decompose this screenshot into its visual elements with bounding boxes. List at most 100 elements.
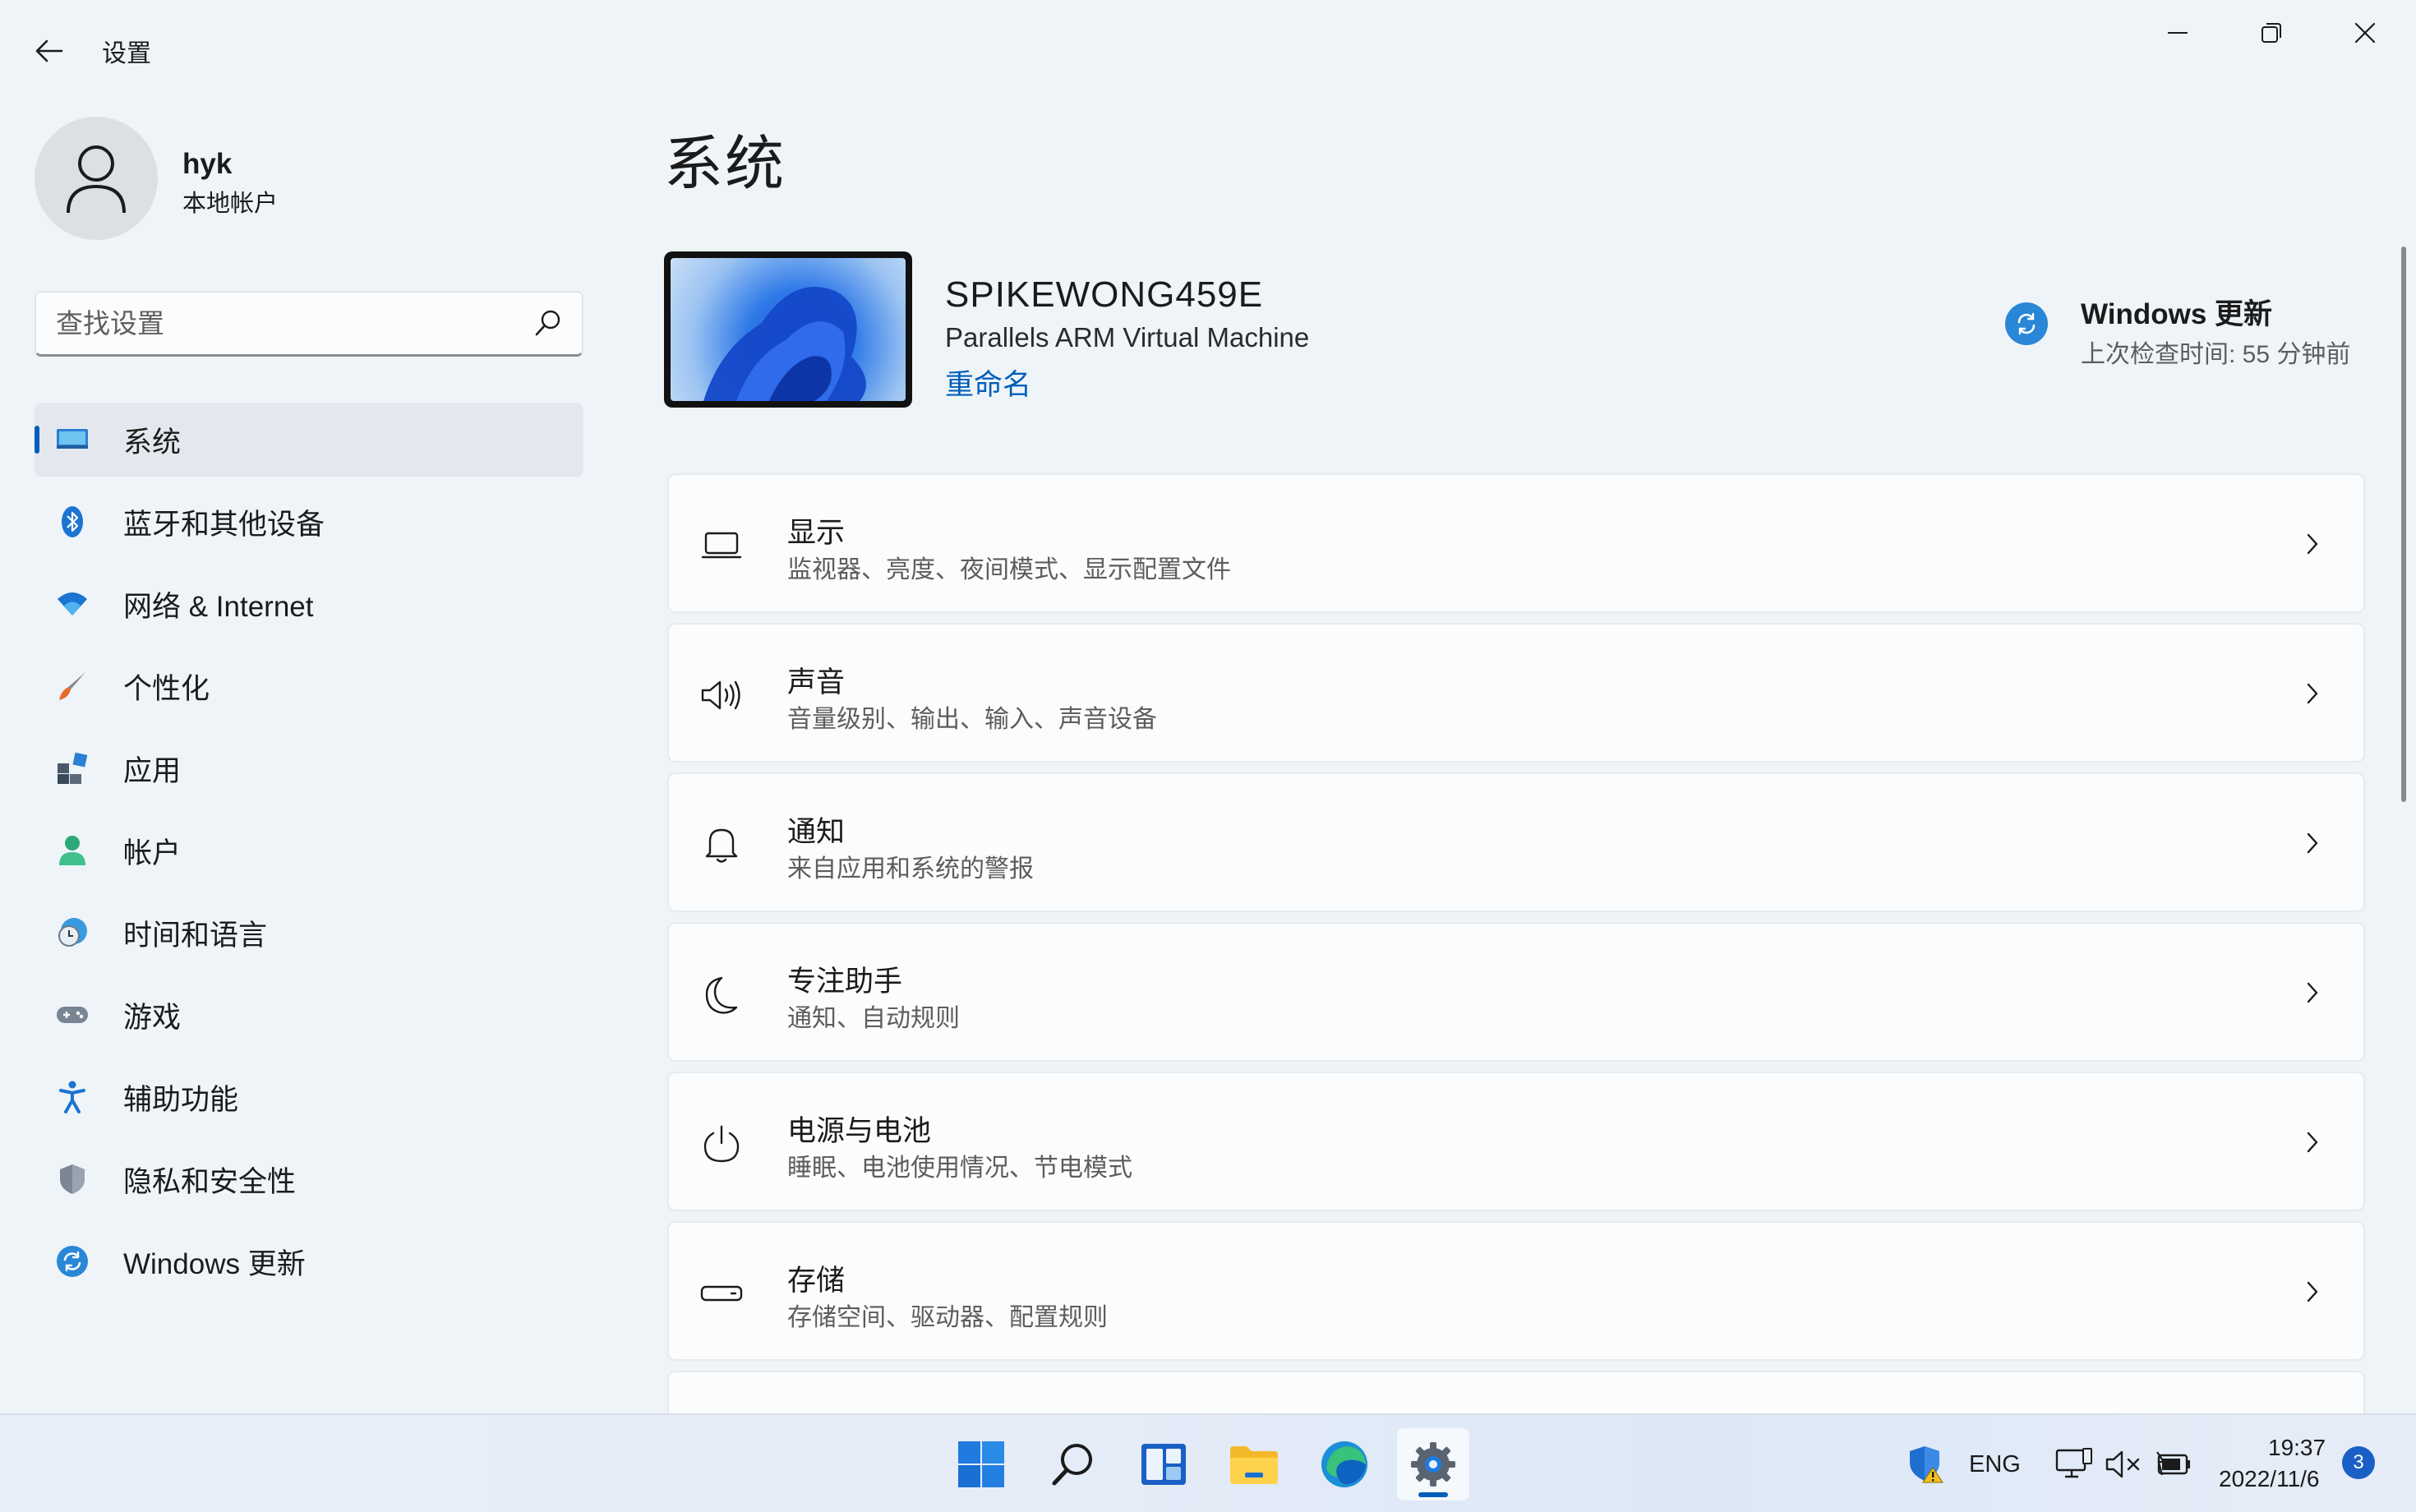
device-name: SPIKEWONG459E (945, 274, 1264, 315)
settings-card-sound[interactable]: 声音 音量级别、输出、输入、声音设备 (667, 623, 2365, 763)
minimize-button[interactable] (2132, 7, 2224, 59)
settings-card-notifications[interactable]: 通知 来自应用和系统的警报 (667, 772, 2365, 912)
notification-badge[interactable]: 3 (2342, 1446, 2375, 1479)
bell-icon (700, 823, 743, 866)
network-monitor-icon (2055, 1448, 2092, 1478)
sidebar-item-label: 网络 & Internet (123, 590, 314, 623)
taskbar-search-button[interactable] (1037, 1428, 1109, 1500)
card-subtitle: 音量级别、输出、输入、声音设备 (787, 706, 1157, 733)
back-button[interactable] (23, 25, 76, 77)
sidebar-item-label: 隐私和安全性 (123, 1165, 297, 1198)
settings-card-power[interactable]: 电源与电池 睡眠、电池使用情况、节电模式 (667, 1072, 2365, 1211)
clock-time[interactable]: 19:37 (2268, 1435, 2326, 1461)
search-icon[interactable] (534, 309, 564, 339)
moon-icon (700, 973, 743, 1016)
arrow-left-icon (35, 39, 63, 62)
sidebar-item-label: 应用 (123, 754, 182, 787)
search-box[interactable] (35, 291, 583, 357)
sidebar-item-time-language[interactable]: 时间和语言 (35, 896, 583, 970)
restore-button[interactable] (2225, 7, 2317, 59)
card-title: 显示 (787, 517, 846, 549)
security-tray-icon[interactable] (1907, 1445, 1946, 1484)
chevron-right-icon (2298, 529, 2327, 559)
sidebar-item-accessibility[interactable]: 辅助功能 (35, 1060, 583, 1134)
sidebar-item-system[interactable]: 系统 (35, 403, 583, 477)
card-title: 电源与电池 (787, 1115, 932, 1147)
edge-button[interactable] (1308, 1428, 1381, 1500)
device-wallpaper-thumbnail[interactable] (664, 251, 912, 408)
search-icon (1052, 1444, 1092, 1486)
accessibility-icon (56, 1081, 89, 1113)
power-icon (700, 1122, 743, 1165)
card-subtitle: 来自应用和系统的警报 (787, 855, 1034, 883)
settings-card-focus-assist[interactable]: 专注助手 通知、自动规则 (667, 922, 2365, 1062)
minimize-icon (2168, 32, 2188, 34)
file-explorer-button[interactable] (1218, 1428, 1290, 1500)
folder-icon (1230, 1446, 1278, 1484)
avatar[interactable] (35, 117, 158, 240)
settings-card-storage[interactable]: 存储 存储空间、驱动器、配置规则 (667, 1221, 2365, 1361)
windows-start-icon (958, 1441, 1004, 1487)
widgets-button[interactable] (1127, 1428, 1200, 1500)
sidebar-item-windows-update[interactable]: Windows 更新 (35, 1224, 583, 1298)
windows-update-title[interactable]: Windows 更新 (2081, 291, 2272, 333)
sidebar-item-label: 帐户 (123, 837, 182, 869)
speaker-icon (700, 674, 743, 717)
card-subtitle: 监视器、亮度、夜间模式、显示配置文件 (787, 556, 1231, 583)
card-title: 通知 (787, 816, 846, 848)
user-icon (67, 145, 126, 214)
sidebar-item-label: 蓝牙和其他设备 (123, 508, 325, 541)
network-tray-icon[interactable] (2054, 1445, 2094, 1484)
sidebar-item-network[interactable]: 网络 & Internet (35, 567, 583, 641)
volume-muted-icon (2105, 1450, 2140, 1478)
sidebar-item-apps[interactable]: 应用 (35, 731, 583, 805)
windows-update-last-checked: 上次检查时间: 55 分钟前 (2081, 341, 2351, 368)
settings-gear-icon (1411, 1442, 1455, 1487)
search-input[interactable] (56, 293, 516, 355)
chevron-right-icon (2298, 1127, 2327, 1157)
settings-card-next-partial[interactable] (667, 1371, 2365, 1420)
sidebar-item-label: Windows 更新 (123, 1247, 306, 1280)
system-monitor-icon (56, 423, 89, 456)
wifi-icon (56, 588, 89, 620)
clock-globe-icon (56, 916, 89, 949)
input-language[interactable]: ENG (1969, 1451, 2021, 1478)
user-name: hyk (182, 148, 233, 180)
card-title: 声音 (787, 666, 846, 698)
sidebar-item-label: 游戏 (123, 1001, 182, 1034)
widgets-icon (1141, 1444, 1186, 1485)
storage-icon (700, 1272, 743, 1315)
close-icon (2354, 22, 2376, 44)
card-title: 专注助手 (787, 966, 903, 998)
card-title: 存储 (787, 1265, 846, 1297)
clock-date[interactable]: 2022/11/6 (2219, 1466, 2320, 1492)
rename-link[interactable]: 重命名 (945, 362, 1031, 403)
scrollbar[interactable] (2401, 247, 2406, 802)
settings-taskbar-button[interactable] (1397, 1428, 1469, 1500)
sidebar-item-personalization[interactable]: 个性化 (35, 649, 583, 723)
sidebar-item-bluetooth[interactable]: 蓝牙和其他设备 (35, 485, 583, 559)
settings-card-display[interactable]: 显示 监视器、亮度、夜间模式、显示配置文件 (667, 473, 2365, 613)
sidebar-item-label: 个性化 (123, 672, 210, 705)
close-button[interactable] (2319, 7, 2411, 59)
chevron-right-icon (2298, 978, 2327, 1007)
taskbar: ENG 19:37 2022/11/6 3 (0, 1413, 2416, 1512)
wallpaper-preview (671, 258, 906, 401)
shield-warning-icon (1910, 1446, 1943, 1483)
sync-icon (2017, 312, 2036, 335)
windows-update-status-icon[interactable] (2005, 302, 2048, 345)
app-title: 设置 (102, 40, 151, 67)
card-subtitle: 通知、自动规则 (787, 1005, 960, 1032)
sidebar-item-label: 辅助功能 (123, 1083, 239, 1116)
start-button[interactable] (945, 1428, 1017, 1500)
sidebar-item-privacy[interactable]: 隐私和安全性 (35, 1142, 583, 1216)
volume-tray-icon[interactable] (2104, 1445, 2143, 1484)
device-model: Parallels ARM Virtual Machine (945, 322, 1310, 353)
battery-tray-icon[interactable] (2153, 1445, 2192, 1484)
page-title: 系统 (664, 131, 786, 197)
sidebar-item-accounts[interactable]: 帐户 (35, 814, 583, 887)
account-type: 本地帐户 (182, 191, 279, 217)
sidebar-nav: 系统 蓝牙和其他设备 网络 & Internet 个性化 应用 帐户 时间和语言… (35, 403, 583, 1307)
sidebar-item-gaming[interactable]: 游戏 (35, 978, 583, 1052)
bluetooth-icon (56, 505, 89, 538)
